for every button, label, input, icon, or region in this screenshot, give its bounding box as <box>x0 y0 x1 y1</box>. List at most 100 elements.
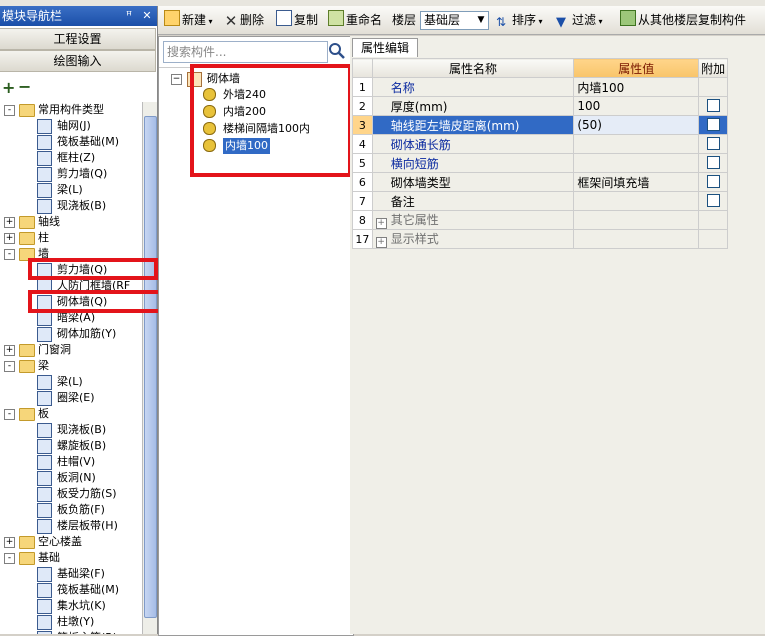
search-icon[interactable] <box>327 41 347 61</box>
tree-item-label: 板 <box>38 407 49 420</box>
slab-neg-rebar-icon <box>37 503 52 518</box>
copy-button[interactable]: 复制 <box>276 10 318 30</box>
expand-icon[interactable]: + <box>4 537 15 548</box>
property-row[interactable]: 4 砌体通长筋 <box>352 134 728 154</box>
property-row[interactable]: 6 砌体墙类型 框架间填充墙 <box>352 172 728 192</box>
property-row[interactable]: 3 轴线距左墙皮距离(mm) (50) <box>352 115 728 135</box>
tree-scrollbar[interactable] <box>142 102 157 634</box>
folder-icon <box>19 232 35 245</box>
property-row[interactable]: 2 厚度(mm) 100 <box>352 96 728 116</box>
folder-icon <box>19 344 35 357</box>
property-name-text: 轴线距左墙皮距离(mm) <box>390 118 520 133</box>
expand-icon[interactable]: + <box>4 345 15 356</box>
property-value-cell[interactable] <box>573 134 700 154</box>
tree-item-label: 现浇板(B) <box>57 423 107 436</box>
collapse-icon[interactable]: - <box>4 553 15 564</box>
row-number: 8 <box>352 210 373 230</box>
tab-property-edit[interactable]: 属性编辑 <box>352 38 418 57</box>
property-value-cell[interactable] <box>573 191 700 211</box>
property-extra-cell <box>698 191 728 211</box>
property-extra-cell <box>698 229 728 249</box>
extra-checkbox[interactable] <box>706 118 720 131</box>
extra-checkbox[interactable] <box>706 194 720 207</box>
property-row[interactable]: 7 备注 <box>352 191 728 211</box>
copy-from-floor-button[interactable]: 从其他楼层复制构件 <box>620 10 746 30</box>
expand-icon[interactable]: + <box>4 217 15 228</box>
collapse-icon[interactable]: - <box>4 361 15 372</box>
shearwall-icon <box>37 167 52 182</box>
tree-item-label: 轴网(J) <box>57 119 91 132</box>
property-value-cell[interactable]: 内墙100 <box>573 77 700 97</box>
delete-button[interactable]: ✕ 删除 <box>224 10 264 30</box>
tree-item-label: 梁 <box>38 359 49 372</box>
filter-button[interactable]: ▼ 过滤 ▾ <box>556 10 603 30</box>
property-row[interactable]: 5 横向短筋 <box>352 153 728 173</box>
expand-icon[interactable]: + <box>375 218 387 229</box>
collapse-icon[interactable]: − <box>171 74 182 85</box>
collapse-icon[interactable]: - <box>4 105 15 116</box>
property-value-cell[interactable]: (50) <box>573 115 700 135</box>
highlight-component-list <box>190 64 352 177</box>
tree-item-label: 板负筋(F) <box>57 503 105 516</box>
tree-scrollbar-thumb[interactable] <box>144 116 157 618</box>
tree-item-label: 现浇板(B) <box>57 199 107 212</box>
pin-icon[interactable]: ꟸ <box>122 8 136 23</box>
drawing-input-button[interactable]: 绘图输入 <box>0 50 156 72</box>
property-name-cell: 砌体墙类型 <box>371 172 575 192</box>
collapse-icon[interactable]: - <box>4 249 15 260</box>
slab-icon <box>37 423 52 438</box>
tree-item-label: 剪力墙(Q) <box>57 167 108 180</box>
tree-item-label: 门窗洞 <box>38 343 71 356</box>
slab-strip-icon <box>37 519 52 534</box>
property-name-text: 显示样式 <box>390 232 439 246</box>
rename-button[interactable]: 重命名 <box>328 10 382 30</box>
property-row[interactable]: 8 + 其它属性 <box>352 210 728 230</box>
slab-icon <box>37 199 52 214</box>
floor-label: 楼层 <box>392 13 417 27</box>
module-nav-title: 模块导航栏 <box>2 9 63 23</box>
module-nav-panel: 模块导航栏 ꟸ ✕ 工程设置 绘图输入 + − - 常用构件类型 轴网(J) 筏板基础… <box>0 6 158 634</box>
property-value-cell[interactable] <box>573 229 700 249</box>
extra-checkbox[interactable] <box>706 137 720 150</box>
ring-beam-icon <box>37 391 52 406</box>
property-name-text: 其它属性 <box>390 213 439 227</box>
sort-button[interactable]: ⇅ 排序 ▾ <box>496 10 543 30</box>
new-button[interactable]: 新建 ▾ <box>164 10 213 30</box>
tree-item-label: 空心楼盖 <box>38 535 82 548</box>
tree-item-label: 板洞(N) <box>57 471 96 484</box>
extra-checkbox[interactable] <box>706 156 720 169</box>
expand-all-icon[interactable]: + <box>2 78 15 97</box>
masonry-rebar-icon <box>37 327 52 342</box>
module-nav-title-bar: 模块导航栏 ꟸ ✕ <box>0 6 157 26</box>
close-icon[interactable]: ✕ <box>140 8 154 23</box>
tree-item-label: 板受力筋(S) <box>57 487 117 500</box>
floor-select[interactable]: 基础层 ▼ <box>420 11 489 30</box>
collapse-all-icon[interactable]: − <box>18 77 31 96</box>
extra-checkbox[interactable] <box>706 175 720 188</box>
highlight-masonry-wall <box>28 290 174 313</box>
property-grid: 属性名称 属性值 附加 1 名称 内墙100 2 厚度(mm) 100 3 轴线距左墙皮距离(… <box>352 58 728 249</box>
expand-icon[interactable]: + <box>4 233 15 244</box>
extra-checkbox[interactable] <box>706 99 720 112</box>
search-input[interactable]: 搜索构件... <box>163 41 328 63</box>
property-row[interactable]: 17 + 显示样式 <box>352 229 728 249</box>
property-extra-header: 附加 <box>698 58 728 78</box>
expand-icon[interactable]: + <box>375 237 387 248</box>
collapse-icon[interactable]: - <box>4 409 15 420</box>
tree-item-label: 圈梁(E) <box>57 391 95 404</box>
property-value-cell[interactable]: 100 <box>573 96 700 116</box>
property-panel: 属性编辑 属性名称 属性值 附加 1 名称 内墙100 2 厚度(mm) 100 3 轴线距左… <box>350 36 765 634</box>
property-value-cell[interactable] <box>573 210 700 230</box>
tree-item-label: 集水坑(K) <box>57 599 106 612</box>
tree-item-label: 筏板主筋(R) <box>57 630 117 634</box>
project-settings-button[interactable]: 工程设置 <box>0 28 156 50</box>
tree-item-label: 柱帽(V) <box>57 455 96 468</box>
property-row[interactable]: 1 名称 内墙100 <box>352 77 728 97</box>
property-name-text: 厚度(mm) <box>390 99 448 114</box>
tree-item-label: 筏板基础(M) <box>57 583 120 596</box>
property-value-cell[interactable] <box>573 153 700 173</box>
tree-toolbar: + − <box>0 76 157 100</box>
beam-icon <box>37 375 52 390</box>
property-value-cell[interactable]: 框架间填充墙 <box>573 172 700 192</box>
sump-icon <box>37 599 52 614</box>
